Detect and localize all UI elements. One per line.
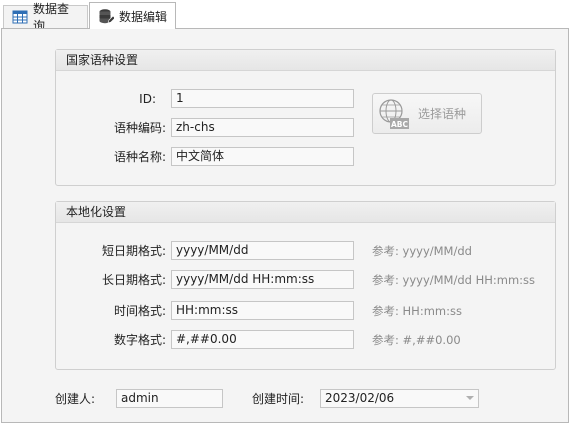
created-time-value: 2023/02/06 <box>325 391 395 405</box>
tab-bar: 数据查询 数据编辑 <box>0 0 569 33</box>
tab-data-query[interactable]: 数据查询 <box>3 2 88 33</box>
lang-code-label: 语种编码: <box>113 121 166 135</box>
database-icon <box>98 8 114 24</box>
long-date-ref: 参考: yyyy/MM/dd HH:mm:ss <box>372 273 536 287</box>
globe-abc-icon: ABC <box>376 97 410 131</box>
number-format-field[interactable]: #,##0.00 <box>171 330 354 349</box>
number-format-ref: 参考: #,##0.00 <box>372 333 461 347</box>
time-format-label: 时间格式: <box>113 304 166 318</box>
short-date-label: 短日期格式: <box>101 244 166 258</box>
tab-data-edit-label: 数据编辑 <box>119 9 168 24</box>
number-format-label: 数字格式: <box>113 333 166 347</box>
svg-text:ABC: ABC <box>391 120 409 129</box>
creator-field[interactable]: admin <box>116 389 223 408</box>
locale-settings-title: 本地化设置 <box>56 202 555 223</box>
short-date-ref: 参考: yyyy/MM/dd <box>372 244 472 258</box>
short-date-field[interactable]: yyyy/MM/dd <box>171 241 354 260</box>
lang-settings-title: 国家语种设置 <box>56 50 555 71</box>
long-date-label: 长日期格式: <box>101 273 166 287</box>
lang-code-field[interactable]: zh-chs <box>171 118 354 137</box>
lang-name-field[interactable]: 中文简体 <box>171 147 354 166</box>
created-time-dropdown[interactable]: 2023/02/06 <box>320 389 479 408</box>
time-format-ref: 参考: HH:mm:ss <box>372 304 462 318</box>
lang-name-label: 语种名称: <box>113 150 166 164</box>
time-format-field[interactable]: HH:mm:ss <box>171 301 354 320</box>
chevron-down-icon[interactable] <box>466 396 474 400</box>
select-language-button[interactable]: ABC 选择语种 <box>372 93 482 134</box>
select-language-label: 选择语种 <box>418 107 467 121</box>
table-grid-icon <box>12 9 28 25</box>
id-field[interactable]: 1 <box>171 89 354 108</box>
long-date-field[interactable]: yyyy/MM/dd HH:mm:ss <box>171 270 354 289</box>
creator-label: 创建人: <box>55 392 96 406</box>
created-time-label: 创建时间: <box>252 392 305 406</box>
id-label: ID: <box>139 92 156 106</box>
tab-data-edit[interactable]: 数据编辑 <box>89 2 176 29</box>
